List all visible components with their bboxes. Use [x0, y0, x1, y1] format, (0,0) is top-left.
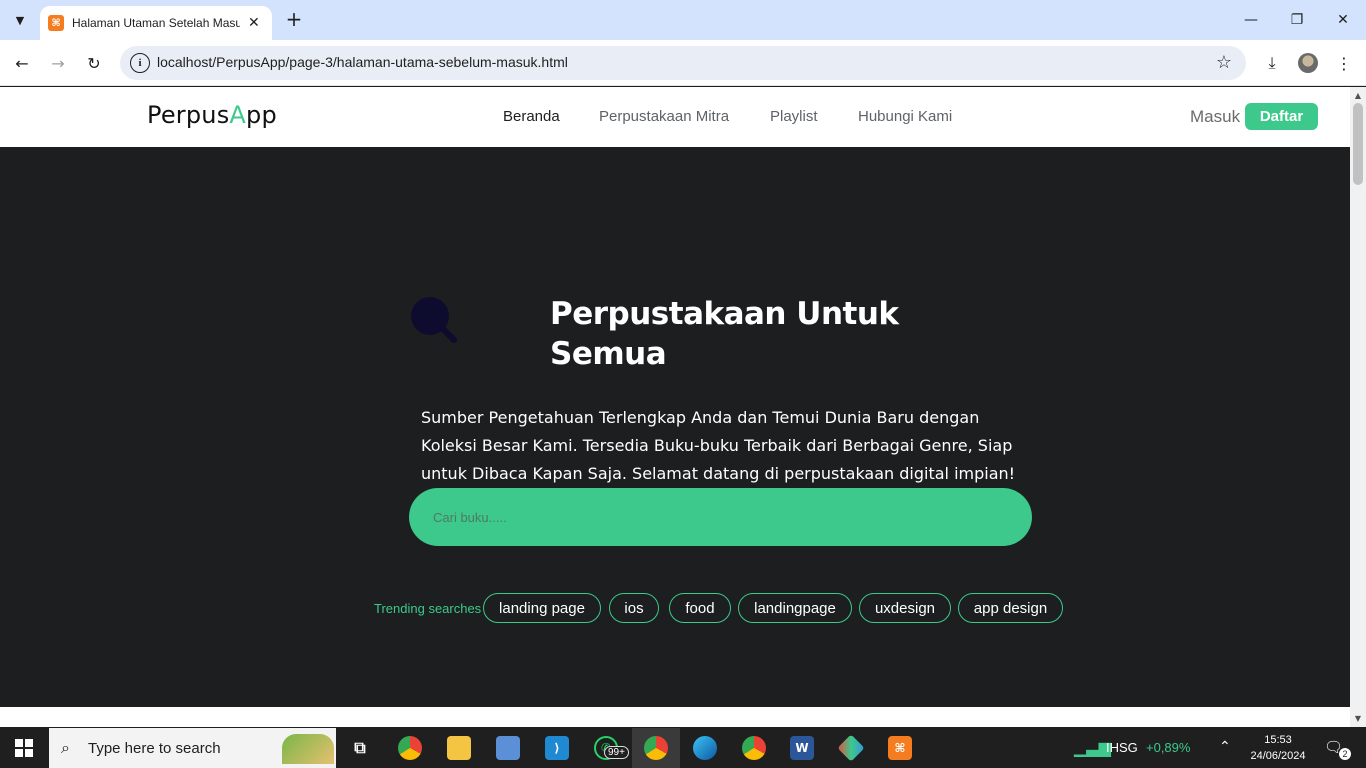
brand-suffix: pp [246, 101, 277, 129]
notification-count: 2 [1339, 748, 1351, 760]
close-window-icon[interactable]: ✕ [1320, 0, 1366, 40]
task-view-icon[interactable]: ⧉ [348, 736, 372, 760]
chrome-profile-icon[interactable] [644, 736, 668, 760]
web-page: PerpusApp Beranda Perpustakaan Mitra Pla… [0, 87, 1350, 727]
trending-chip[interactable]: ios [609, 593, 659, 623]
chrome-icon[interactable] [398, 736, 422, 760]
system-clock[interactable]: 15:53 24/06/2024 [1246, 732, 1310, 764]
trending-chip[interactable]: uxdesign [859, 593, 951, 623]
forward-arrow-icon[interactable]: → [46, 51, 70, 75]
trending-chip[interactable]: food [669, 593, 731, 623]
back-arrow-icon[interactable]: ← [10, 51, 34, 75]
restore-icon[interactable]: ❐ [1274, 0, 1320, 40]
hero-description: Sumber Pengetahuan Terlengkap Anda dan T… [421, 408, 1016, 483]
site-header: PerpusApp Beranda Perpustakaan Mitra Pla… [0, 87, 1350, 147]
register-button[interactable]: Daftar [1245, 103, 1318, 130]
trending-chip[interactable]: landing page [483, 593, 601, 623]
taskbar-search-text[interactable]: Type here to search [88, 740, 221, 757]
browser-tab[interactable]: ⌘ Halaman Utaman Setelah Masuk ✕ [40, 6, 272, 40]
git-icon[interactable] [837, 734, 865, 762]
book-search-bar[interactable] [409, 488, 1032, 546]
browser-toolbar: ← → ↻ i localhost/PerpusApp/page-3/halam… [0, 40, 1366, 86]
file-explorer-icon[interactable] [447, 736, 471, 760]
clock-date: 24/06/2024 [1250, 750, 1306, 762]
new-tab-plus-icon[interactable]: + [282, 8, 306, 32]
scroll-up-icon[interactable]: ▲ [1353, 91, 1363, 101]
search-icon: ⌕ [61, 738, 70, 757]
windows-taskbar: ⌕ Type here to search ⧉ ⟩ ✆ 99+ W ⌘ ▁▃▆ … [0, 728, 1366, 768]
word-icon[interactable]: W [790, 736, 814, 760]
brand-prefix: Perpus [147, 101, 230, 129]
brand-logo[interactable]: PerpusApp [147, 101, 277, 129]
trending-chip[interactable]: app design [958, 593, 1063, 623]
next-section-edge [0, 707, 1350, 727]
tab-title: Halaman Utaman Setelah Masuk [72, 16, 240, 30]
nav-hubungi-kami[interactable]: Hubungi Kami [858, 108, 952, 125]
taskbar-search-box[interactable]: ⌕ Type here to search [49, 728, 336, 768]
windows-start-icon[interactable] [0, 728, 48, 768]
chrome-second-profile-icon[interactable] [742, 736, 766, 760]
more-menu-icon[interactable]: ⋮ [1332, 51, 1356, 75]
tray-chevron-up-icon[interactable]: ⌃ [1219, 738, 1231, 755]
download-icon[interactable]: ⤓ [1260, 51, 1284, 75]
brand-accent: A [229, 101, 247, 129]
page-scrollbar[interactable]: ▲ ▼ [1350, 87, 1366, 727]
stock-change[interactable]: +0,89% [1146, 740, 1190, 755]
tab-close-icon[interactable]: ✕ [248, 15, 260, 31]
tab-search-chevron-icon[interactable]: ▼ [8, 8, 32, 32]
magnifier-icon [411, 297, 457, 343]
edge-icon[interactable] [693, 736, 717, 760]
reload-icon[interactable]: ↻ [82, 51, 106, 75]
hero-title: Perpustakaan Untuk Semua [550, 296, 899, 372]
stock-name[interactable]: IHSG [1106, 740, 1138, 755]
profile-avatar[interactable] [1296, 51, 1320, 75]
nav-beranda[interactable]: Beranda [503, 108, 560, 125]
bookmark-star-icon[interactable]: ☆ [1216, 52, 1232, 73]
nav-playlist[interactable]: Playlist [770, 108, 818, 125]
xampp-icon[interactable]: ⌘ [888, 736, 912, 760]
url-text[interactable]: localhost/PerpusApp/page-3/halaman-utama… [157, 54, 568, 70]
scroll-down-icon[interactable]: ▼ [1353, 714, 1363, 724]
nav-perpustakaan-mitra[interactable]: Perpustakaan Mitra [599, 108, 729, 125]
browser-tab-bar: ▼ ⌘ Halaman Utaman Setelah Masuk ✕ + — ❐… [0, 0, 1366, 40]
vscode-icon[interactable]: ⟩ [545, 736, 569, 760]
whatsapp-badge: 99+ [604, 746, 629, 759]
control-panel-icon[interactable] [496, 736, 520, 760]
minimize-icon[interactable]: — [1228, 0, 1274, 40]
login-link[interactable]: Masuk [1190, 107, 1240, 127]
xampp-favicon-icon: ⌘ [48, 15, 64, 31]
scroll-thumb[interactable] [1353, 103, 1363, 185]
trending-chip[interactable]: landingpage [738, 593, 852, 623]
address-bar[interactable]: i localhost/PerpusApp/page-3/halaman-uta… [120, 46, 1246, 80]
site-info-icon[interactable]: i [130, 53, 150, 73]
clock-time: 15:53 [1264, 734, 1292, 746]
book-search-input[interactable] [433, 506, 993, 528]
search-highlight-art [282, 734, 334, 764]
trending-label: Trending searches [374, 601, 482, 616]
